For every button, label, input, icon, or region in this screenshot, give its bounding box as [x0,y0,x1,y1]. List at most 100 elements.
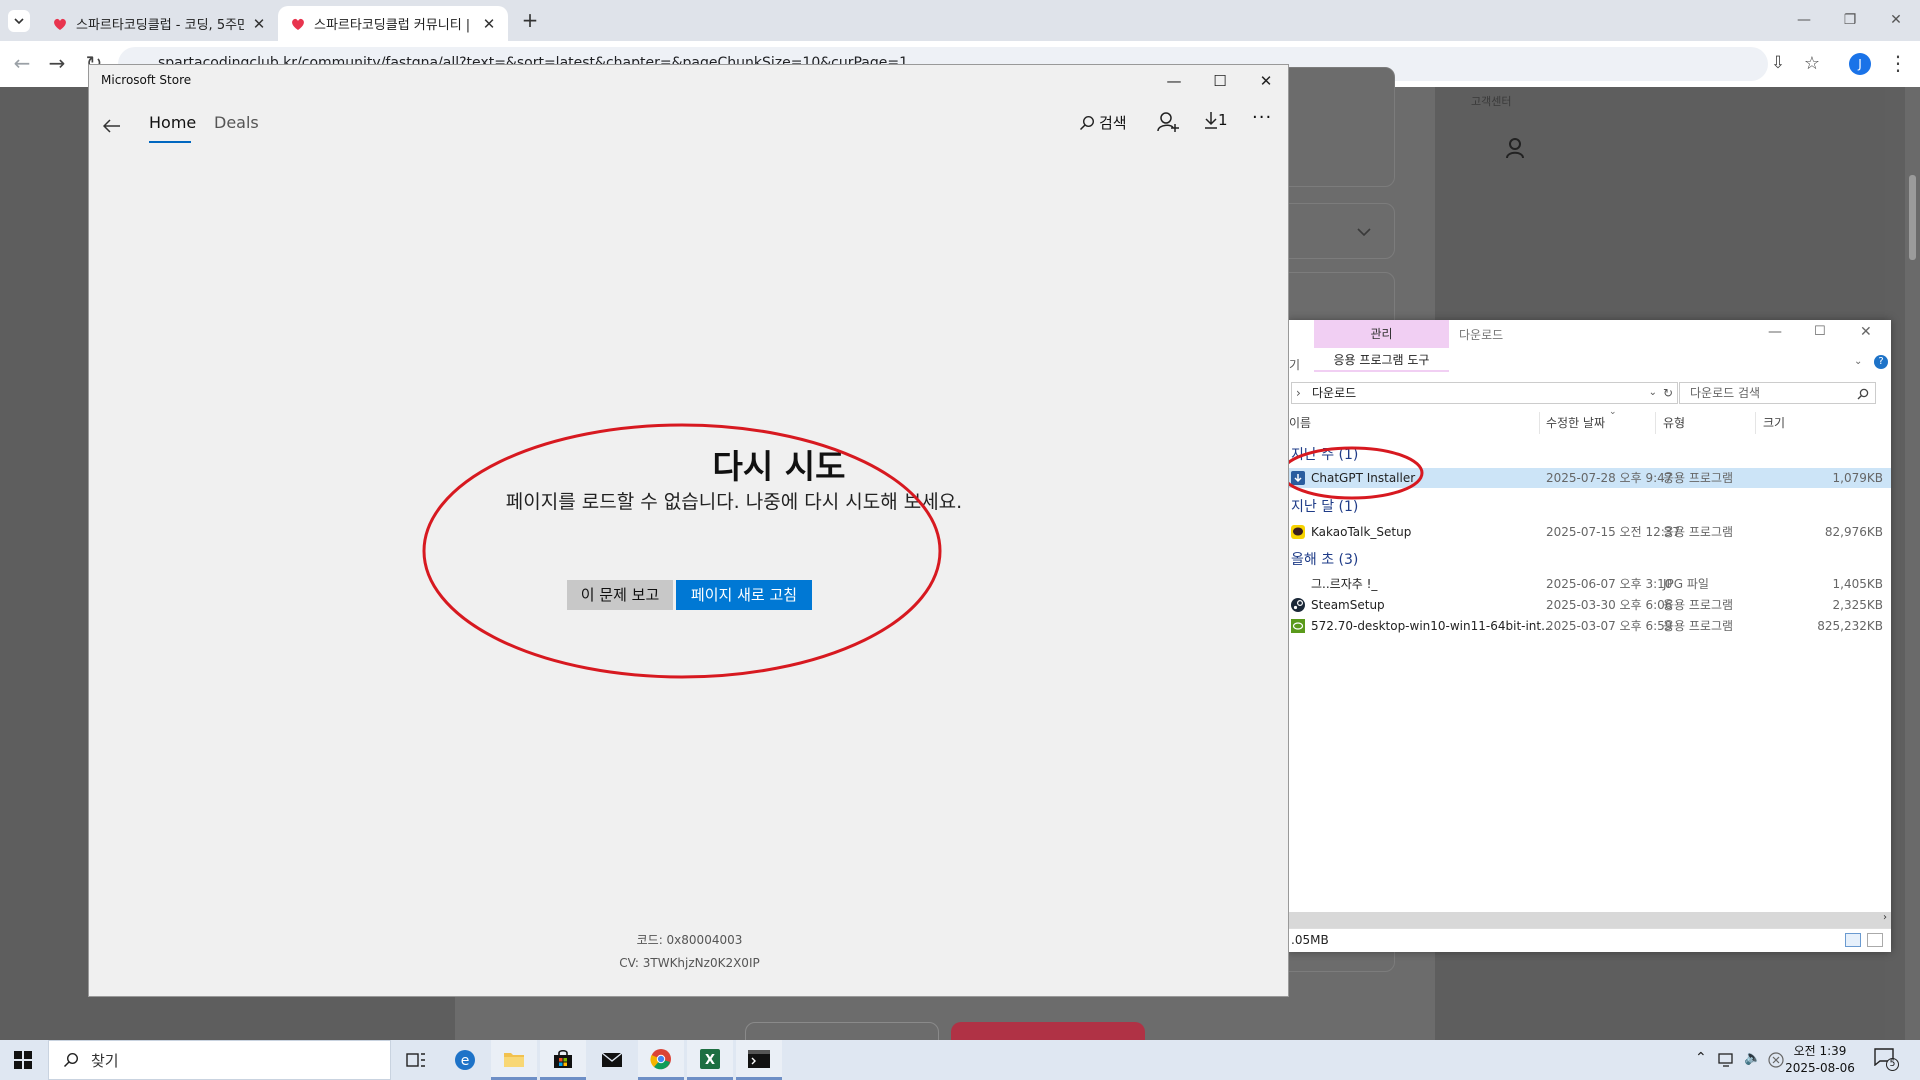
account-icon[interactable] [1157,111,1179,133]
search-icon [1079,115,1095,130]
nav-deals-tab[interactable]: Deals [214,113,259,132]
tab-search-button[interactable] [8,10,30,32]
scroll-right-icon[interactable]: › [1883,912,1887,923]
group-header-early-this-year[interactable]: 올해 초 (3) [1291,549,1358,569]
tray-overflow-icon[interactable]: ⌃ [1695,1050,1707,1066]
ribbon-tab-manage[interactable]: 관리 [1314,320,1449,348]
browser-close-button[interactable]: ✕ [1878,8,1914,32]
profile-avatar[interactable]: J [1849,53,1871,75]
ribbon-collapse-icon[interactable]: ⌄ [1854,356,1862,367]
file-row[interactable]: 그..르자추 !_ 2025-06-07 오후 3:10 JPG 파일 1,40… [1287,574,1891,594]
status-size: .05MB [1291,933,1329,947]
explorer-minimize-button[interactable]: — [1768,324,1782,340]
store-maximize-button[interactable]: ☐ [1197,65,1243,97]
explorer-status-bar: .05MB [1287,928,1891,952]
file-row[interactable]: SteamSetup 2025-03-30 오후 6:06 응용 프로그램 2,… [1287,595,1891,615]
ribbon-application-tools[interactable]: 응용 프로그램 도구 [1314,348,1449,372]
file-size: 1,405KB [1832,577,1883,591]
windows-taskbar: 찾기 e X ⌃ 🔈 오전 1:39 2025-08-06 5 [0,1040,1920,1080]
file-type: JPG 파일 [1663,577,1709,591]
taskbar-search-box[interactable]: 찾기 [48,1040,391,1080]
file-name: 그..르자추 !_ [1311,577,1378,591]
mail-icon [601,1052,623,1067]
file-type: 응용 프로그램 [1663,619,1734,633]
taskbar-excel[interactable]: X [687,1040,733,1080]
store-window-title: Microsoft Store [101,73,192,87]
refresh-icon[interactable]: ↻ [1663,383,1673,403]
browser-minimize-button[interactable]: — [1786,8,1822,32]
back-arrow-icon[interactable] [103,119,121,133]
sort-indicator-icon: ⌄ [1609,407,1617,417]
explorer-maximize-button[interactable]: ☐ [1814,324,1826,339]
nav-home-tab[interactable]: Home [149,113,196,132]
browser-tab-2[interactable]: 스파르타코딩클럽 커뮤니티 | 스 ✕ [278,6,508,41]
taskbar-microsoft-store[interactable] [540,1040,586,1080]
terminal-icon [748,1049,770,1068]
bookmark-star-icon[interactable]: ☆ [1798,49,1826,77]
task-view-button[interactable] [393,1040,439,1080]
network-icon[interactable] [1718,1053,1736,1067]
back-button[interactable]: ← [8,49,36,77]
explorer-address-bar[interactable]: › 다운로드 ⌄ ↻ [1291,382,1678,404]
column-size[interactable]: 크기 [1763,414,1785,431]
nvidia-icon [1291,619,1305,633]
more-options-icon[interactable]: ··· [1252,107,1272,128]
search-placeholder: 다운로드 검색 [1690,386,1761,400]
browser-tab-bar: 스파르타코딩클럽 - 코딩, 5주만 ✕ 스파르타코딩클럽 커뮤니티 | 스 ✕… [0,0,1920,41]
image-file-icon [1291,577,1305,591]
explorer-horizontal-scrollbar[interactable]: › [1287,912,1891,928]
download-icon [1205,112,1217,129]
close-tab-icon[interactable]: ✕ [250,15,268,33]
file-date: 2025-06-07 오후 3:10 [1546,577,1673,591]
chevron-down-icon [14,18,24,25]
store-search-button[interactable]: 검색 [1079,112,1127,133]
file-date: 2025-03-07 오후 6:59 [1546,619,1673,633]
taskbar-clock[interactable]: 오전 1:39 2025-08-06 [1780,1043,1860,1077]
excel-icon: X [700,1048,720,1069]
file-type: 응용 프로그램 [1663,525,1734,539]
taskbar-mail[interactable] [589,1040,635,1080]
close-tab-icon[interactable]: ✕ [480,15,498,33]
tab-title: 스파르타코딩클럽 커뮤니티 | 스 [314,18,474,33]
file-size: 1,079KB [1832,471,1883,485]
file-row[interactable]: 572.70-desktop-win10-win11-64bit-int... … [1287,616,1891,636]
browser-restore-button[interactable]: ❐ [1832,8,1868,32]
person-icon[interactable] [1505,137,1525,159]
error-cv: CV: 3TWKhjzNz0K2X0IP [619,956,760,970]
address-dropdown-icon[interactable]: ⌄ [1649,383,1657,403]
store-minimize-button[interactable]: — [1151,65,1197,97]
large-icons-view-icon[interactable] [1867,933,1883,947]
browser-tab-1[interactable]: 스파르타코딩클럽 - 코딩, 5주만 ✕ [40,6,278,41]
explorer-search-input[interactable]: 다운로드 검색 [1679,382,1876,404]
search-icon [1857,388,1869,400]
scrollbar-thumb[interactable] [1909,175,1916,260]
support-label: 고객센터 [1471,95,1512,108]
start-button[interactable] [0,1040,46,1080]
install-app-icon[interactable]: ⇩ [1764,49,1792,77]
browser-menu-icon[interactable]: ⋮ [1884,49,1912,77]
downloads-count: 1 [1218,111,1228,129]
file-explorer-window: 기 다운로드 — ☐ ✕ 관리 응용 프로그램 도구 ⌄ ? › 다운로드 ⌄ … [1280,320,1891,952]
column-type[interactable]: 유형 [1663,414,1685,431]
sparta-logo-icon [54,18,66,30]
details-view-icon[interactable] [1845,933,1861,947]
volume-icon[interactable]: 🔈 [1744,1050,1761,1066]
column-name[interactable]: 이름 [1289,414,1311,431]
store-close-button[interactable]: ✕ [1243,65,1289,97]
downloads-button[interactable]: 1 [1204,111,1228,129]
forward-button[interactable]: → [43,49,71,77]
help-icon[interactable]: ? [1874,355,1888,369]
taskbar-terminal[interactable] [736,1040,782,1080]
svg-text:X: X [705,1053,715,1068]
file-size: 825,232KB [1817,619,1883,633]
new-tab-button[interactable]: + [518,8,542,32]
explorer-close-button[interactable]: ✕ [1860,324,1872,340]
file-date: 2025-03-30 오후 6:06 [1546,598,1673,612]
taskbar-chrome[interactable] [638,1040,684,1080]
file-row[interactable]: KakaoTalk_Setup 2025-07-15 오전 12:37 응용 프… [1287,522,1891,542]
taskbar-file-explorer[interactable] [491,1040,537,1080]
notification-center-button[interactable]: 5 [1874,1048,1904,1074]
column-date[interactable]: 수정한 날짜 [1546,414,1605,431]
taskbar-edge[interactable]: e [442,1040,488,1080]
ribbon-tab-stub[interactable]: 기 [1289,356,1300,373]
